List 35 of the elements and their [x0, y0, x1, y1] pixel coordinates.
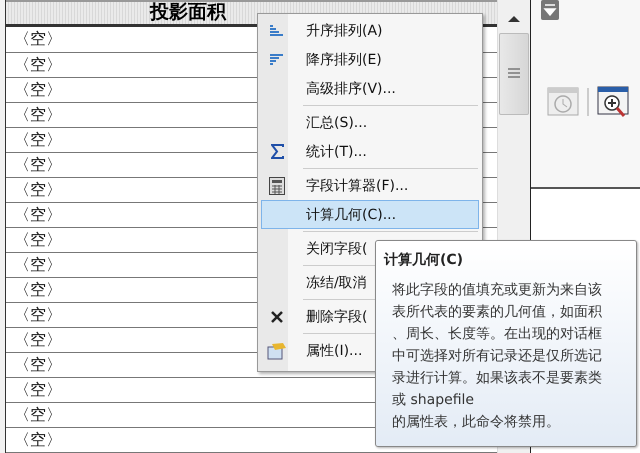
scroll-thumb[interactable]: [499, 33, 529, 115]
table-cell: 〈空〉: [14, 130, 62, 150]
tooltip-text: 将此字段的值填充或更新为来自该表所代表的要素的几何值，如面积、周长、长度等。在出现的对话框中可选择对所有记录还是仅所选记录进行计算。如果该表不是要素类或 shapefile 的属性表，此命令将禁用。: [392, 281, 603, 432]
tooltip-title: 计算几何(C): [384, 251, 464, 269]
sort-ascending-icon: [270, 24, 284, 36]
grip-icon: [508, 67, 520, 81]
table-cell: 〈空〉: [14, 304, 62, 326]
table-cell: 〈空〉: [14, 254, 62, 276]
table-cell: 〈空〉: [14, 354, 62, 376]
table-cell: 〈空〉: [14, 330, 62, 350]
sigma-icon: [270, 144, 284, 159]
table-cell: 〈空〉: [14, 230, 62, 250]
menu-item[interactable]: 统计(T)...: [261, 137, 479, 166]
properties-icon: [267, 342, 287, 360]
table-cell: 〈空〉: [14, 380, 62, 400]
zoom-window-icon[interactable]: [597, 86, 631, 118]
table-cell: 〈空〉: [14, 80, 62, 100]
menu-item[interactable]: 字段计算器(F)...: [261, 171, 479, 200]
menu-item[interactable]: 汇总(S)...: [261, 108, 479, 137]
table-cell: 〈空〉: [14, 280, 62, 300]
menu-item[interactable]: 降序排列(E): [261, 45, 479, 74]
close-icon: [271, 310, 283, 322]
sort-descending-icon: [270, 54, 284, 66]
table-cell: 〈空〉: [14, 204, 62, 226]
table-cell: 〈空〉: [14, 404, 62, 426]
calculator-icon: [269, 176, 285, 194]
menu-item[interactable]: 计算几何(C)...: [261, 200, 479, 229]
table-cell: 〈空〉: [14, 430, 62, 450]
table-cell: 〈空〉: [14, 54, 62, 76]
table-cell: 〈空〉: [14, 29, 62, 50]
scroll-up-icon[interactable]: [507, 14, 521, 23]
table-cell: 〈空〉: [14, 154, 62, 176]
table-cell: 〈空〉: [14, 104, 62, 126]
table-cell: 〈空〉: [14, 180, 62, 200]
menu-item[interactable]: 高级排序(V)...: [261, 74, 479, 103]
